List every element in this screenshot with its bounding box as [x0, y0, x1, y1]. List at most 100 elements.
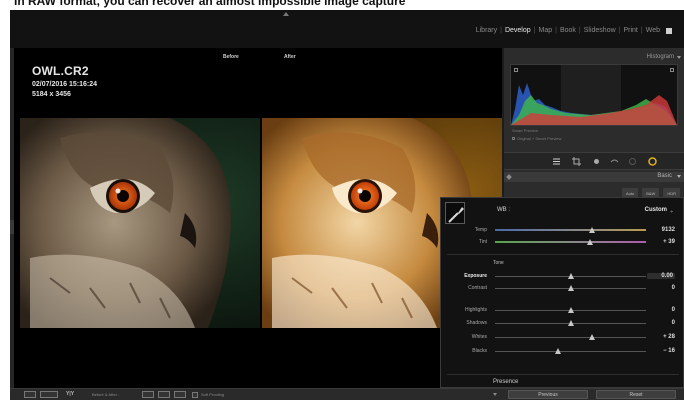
slider-label: Temp — [474, 227, 487, 233]
histogram-header[interactable]: Histogram — [504, 54, 684, 64]
slider-value[interactable]: + 28 — [647, 334, 675, 340]
before-after-mode-button[interactable]: Y|Y — [66, 391, 74, 397]
section-divider — [447, 254, 679, 255]
slider-thumb[interactable] — [587, 239, 594, 245]
slider-thumb[interactable] — [555, 348, 562, 354]
module-map[interactable]: Map — [536, 27, 554, 34]
spot-removal-icon[interactable] — [592, 157, 601, 166]
image-viewer: Before After OWL.CR2 02/07/2016 15:16:24… — [14, 48, 502, 388]
compare-view-icon[interactable] — [40, 391, 58, 398]
slider-thumb[interactable] — [567, 273, 574, 279]
eyedropper-icon — [448, 207, 464, 223]
slider-blacks[interactable]: Blacks − 16 — [441, 347, 684, 357]
copy-after-to-before-icon[interactable] — [158, 391, 170, 398]
checkbox-icon — [512, 137, 515, 140]
module-print[interactable]: Print — [621, 27, 639, 34]
after-label: After — [284, 54, 296, 60]
slider-label: Whites — [471, 334, 487, 340]
caption-text: In RAW format, you can recover an almost… — [14, 0, 406, 8]
before-label: Before — [223, 54, 239, 60]
slider-exposure[interactable]: Exposure 0.00 — [441, 272, 684, 282]
slider-label: Shadows — [466, 320, 487, 326]
toolbar: Y|Y Before & After : Soft Proofing Previ… — [10, 388, 684, 400]
highlight-clipping-icon[interactable] — [670, 68, 674, 72]
wb-dropdown-caret-icon[interactable]: ÷ — [670, 209, 673, 215]
file-dimensions: 5184 x 3456 — [32, 91, 71, 98]
slider-track[interactable] — [495, 241, 646, 243]
section-divider — [447, 374, 679, 375]
file-date: 02/07/2016 15:16:24 — [32, 81, 97, 88]
module-library[interactable]: Library — [474, 27, 499, 34]
white-balance-eyedropper[interactable] — [445, 202, 465, 224]
file-info-overlay: OWL.CR2 02/07/2016 15:16:24 5184 x 3456 — [32, 64, 97, 98]
original-photo-toggle[interactable]: Original + Smart Preview — [512, 136, 561, 141]
crop-sliders-icon[interactable] — [552, 157, 561, 166]
histogram[interactable] — [510, 64, 678, 126]
module-slideshow[interactable]: Slideshow — [582, 27, 618, 34]
module-web[interactable]: Web — [644, 27, 662, 34]
shadow-clipping-icon[interactable] — [514, 68, 518, 72]
slider-contrast[interactable]: Contrast 0 — [441, 284, 684, 294]
copy-before-to-after-icon[interactable] — [142, 391, 154, 398]
basic-panel-zoom: WB : Custom ÷ Temp 9132 Tint + 39 Tone E… — [440, 197, 684, 388]
loupe-view-icon[interactable] — [24, 391, 36, 398]
basic-header[interactable]: Basic — [504, 172, 684, 182]
before-after-label: Before & After : — [92, 392, 120, 397]
slider-tint[interactable]: Tint + 39 — [441, 238, 684, 248]
caption-bar: In RAW format, you can recover an almost… — [0, 0, 684, 10]
slider-value[interactable]: 9132 — [647, 227, 675, 233]
slider-highlights[interactable]: Highlights 0 — [441, 306, 684, 316]
slider-label: Highlights — [465, 307, 487, 313]
tool-strip — [504, 152, 684, 170]
slider-track[interactable] — [495, 229, 646, 231]
slider-value[interactable]: 0 — [647, 307, 675, 313]
slider-value[interactable]: − 16 — [647, 348, 675, 354]
module-picker: Library | Develop | Map | Book | Slidesh… — [474, 27, 672, 34]
histogram-title: Histogram — [646, 54, 674, 60]
adjustment-brush-icon[interactable] — [648, 157, 657, 166]
toolbar-menu-caret-icon[interactable] — [493, 393, 497, 396]
slider-value[interactable]: 0 — [647, 285, 675, 291]
slider-label: Contrast — [468, 285, 487, 291]
soft-proofing-checkbox[interactable] — [192, 392, 198, 398]
slider-thumb[interactable] — [567, 320, 574, 326]
module-develop[interactable]: Develop — [503, 27, 533, 34]
photo-before[interactable] — [20, 118, 260, 328]
slider-thumb[interactable] — [588, 334, 595, 340]
original-photo-label: Original + Smart Preview — [517, 136, 562, 141]
red-eye-icon[interactable] — [610, 157, 619, 166]
slider-thumb[interactable] — [588, 227, 595, 233]
graduated-filter-icon[interactable] — [628, 157, 637, 166]
panel-switch-icon[interactable] — [506, 174, 512, 180]
slider-label: Exposure — [464, 273, 487, 279]
previous-button[interactable]: Previous — [508, 390, 588, 399]
presence-label: Presence — [493, 379, 519, 385]
soft-proofing-label: Soft Proofing — [201, 392, 225, 397]
basic-title: Basic — [657, 173, 672, 179]
slider-value[interactable]: + 39 — [647, 239, 675, 245]
wb-label: WB : — [497, 207, 510, 213]
slider-thumb[interactable] — [567, 285, 574, 291]
collapse-caret-icon — [677, 175, 681, 178]
reset-button[interactable]: Reset — [596, 390, 676, 399]
wb-preset-select[interactable]: Custom — [645, 207, 667, 213]
histogram-info: Smart Preview — [512, 128, 539, 133]
slider-shadows[interactable]: Shadows 0 — [441, 319, 684, 329]
slider-value[interactable]: 0 — [647, 320, 675, 326]
panel-lock-icon[interactable] — [666, 27, 672, 34]
slider-temp[interactable]: Temp 9132 — [441, 226, 684, 236]
slider-track[interactable] — [495, 351, 646, 352]
slider-thumb[interactable] — [567, 307, 574, 313]
crop-icon[interactable] — [572, 157, 581, 166]
swap-before-after-icon[interactable] — [174, 391, 186, 398]
slider-label: Tint — [478, 239, 487, 245]
file-name: OWL.CR2 — [32, 64, 89, 78]
slider-value[interactable]: 0.00 — [647, 273, 675, 279]
slider-whites[interactable]: Whites + 28 — [441, 333, 684, 343]
slider-label: Blacks — [472, 348, 487, 354]
module-bar: Library | Develop | Map | Book | Slidesh… — [10, 10, 684, 48]
tone-label: Tone — [493, 260, 504, 266]
module-book[interactable]: Book — [558, 27, 578, 34]
top-panel-toggle-icon[interactable] — [283, 12, 289, 16]
slider-track[interactable] — [495, 337, 646, 338]
